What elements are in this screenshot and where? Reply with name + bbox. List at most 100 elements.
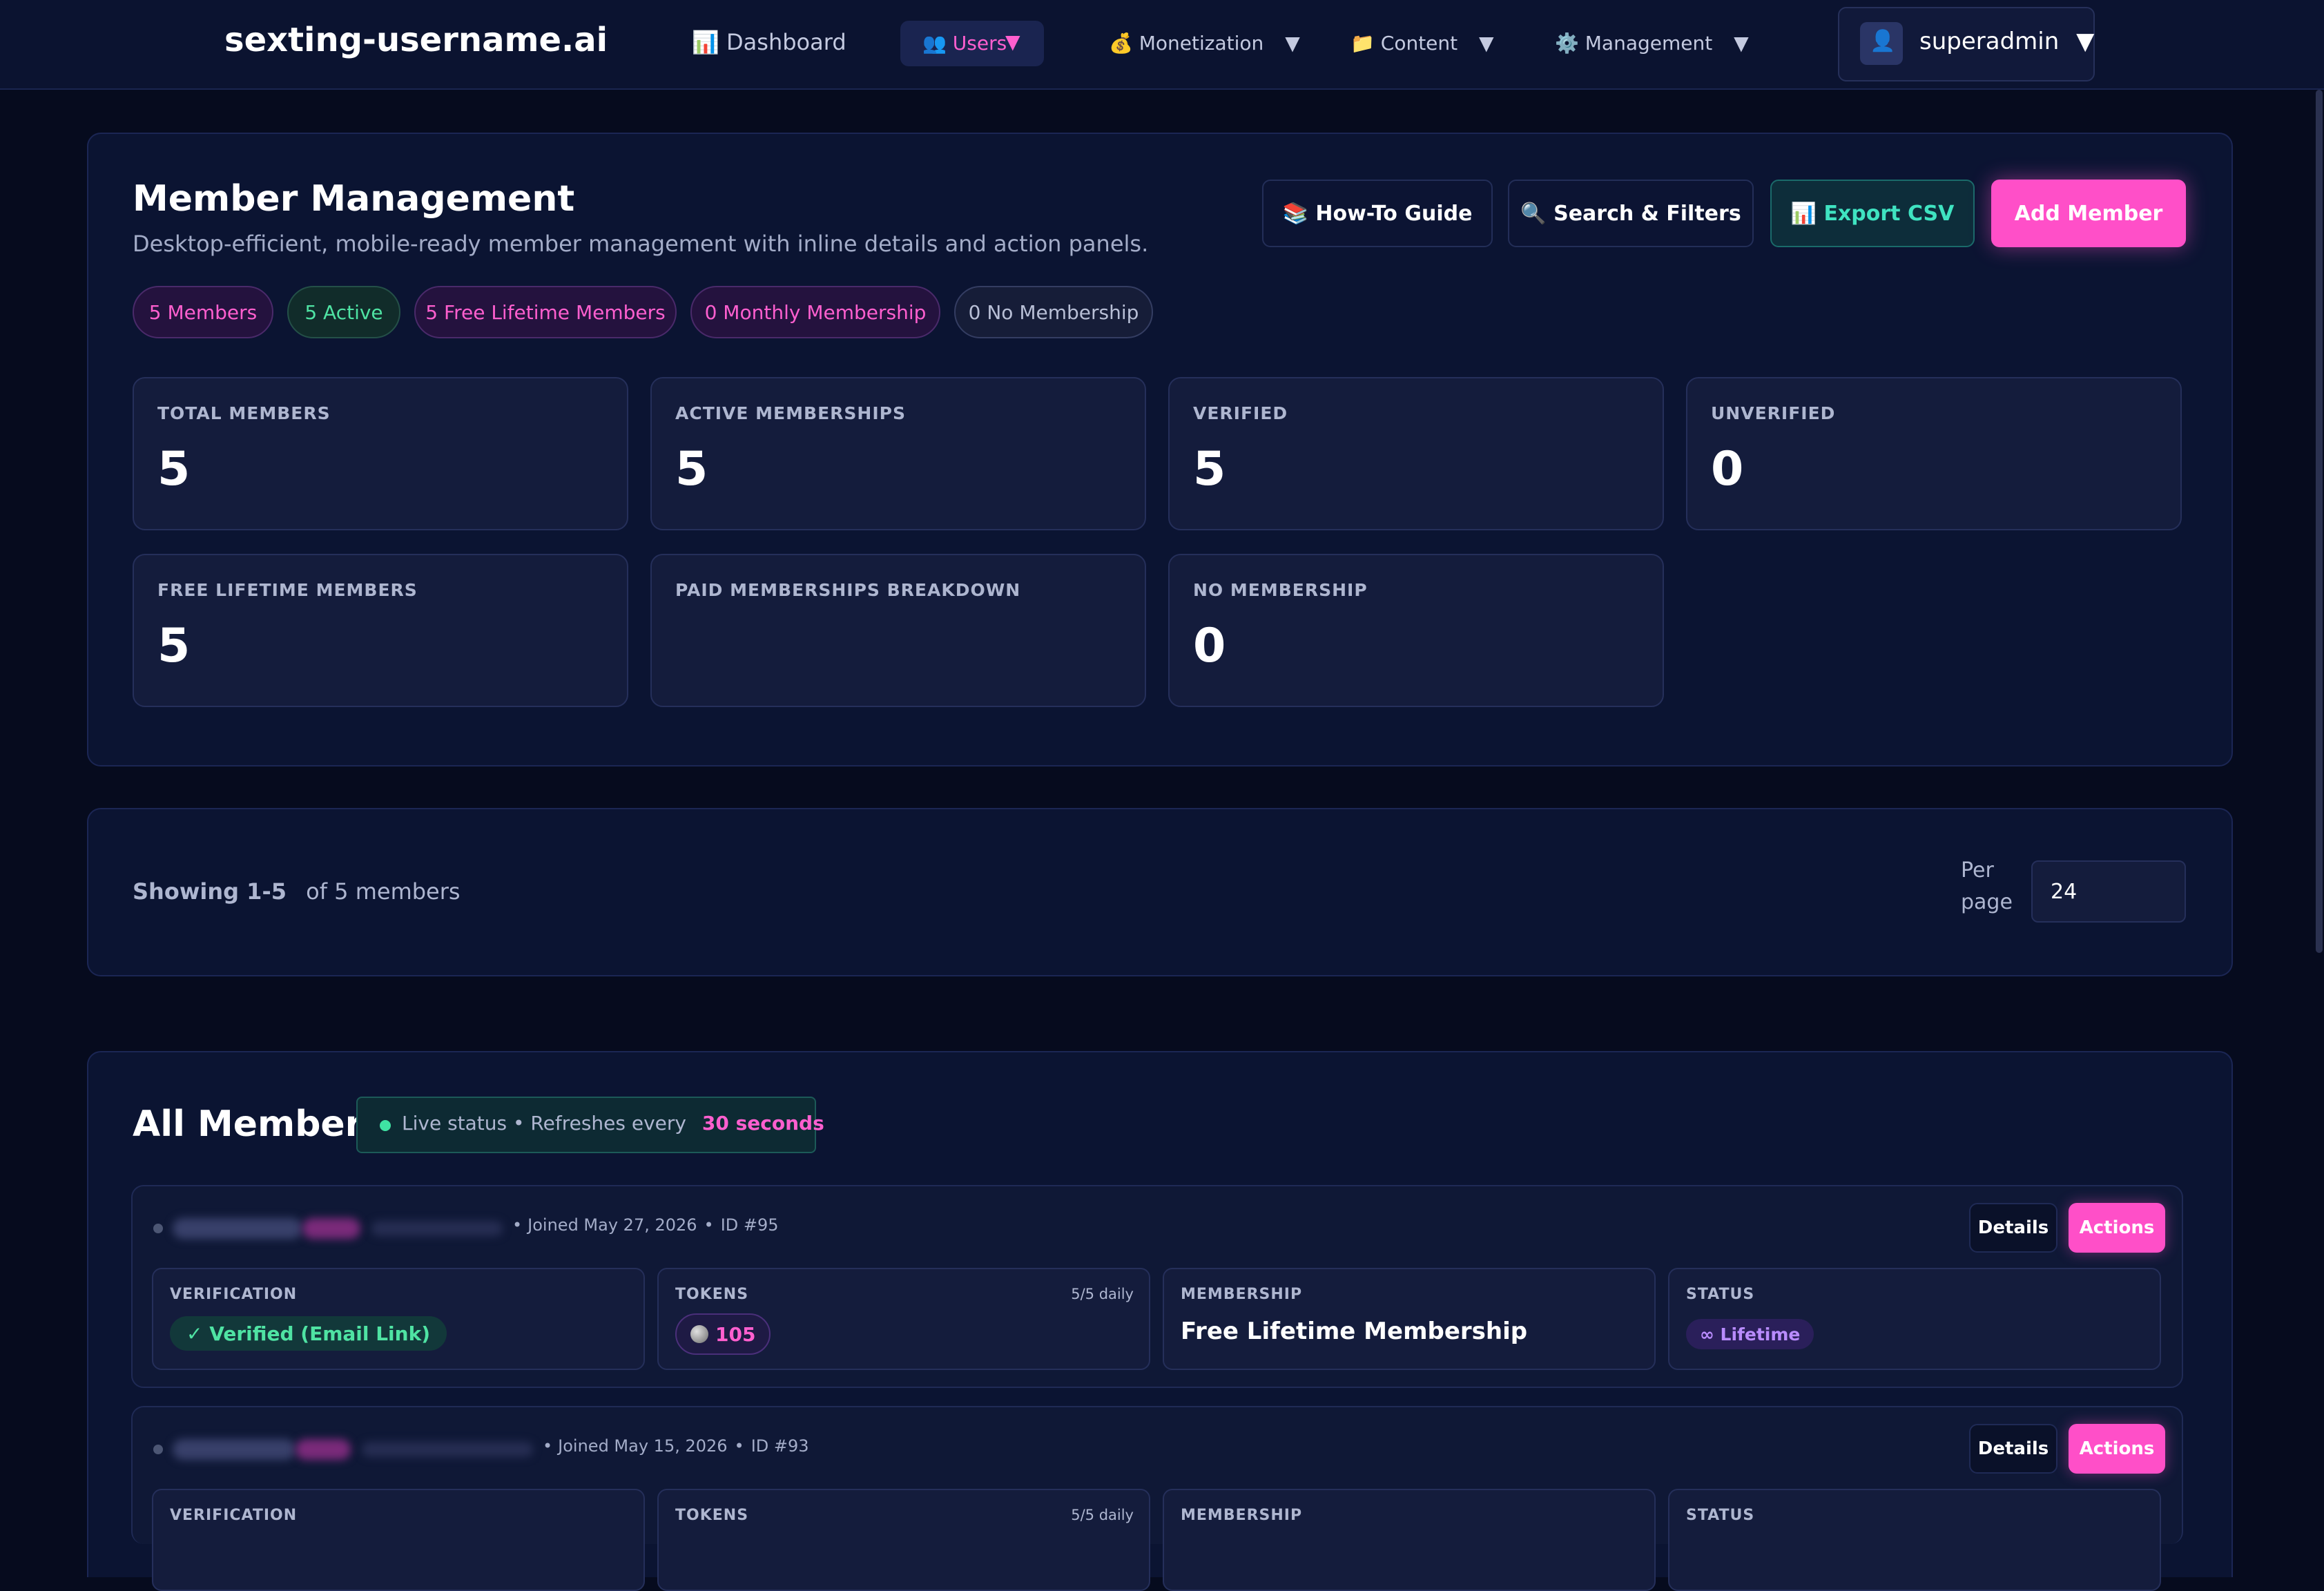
actions-button[interactable]: Actions (2069, 1424, 2165, 1474)
details-button[interactable]: Details (1969, 1424, 2057, 1474)
member-meta: • Joined May 27, 2026 • ID #95 (512, 1215, 779, 1235)
export-csv-button[interactable]: 📊 Export CSV (1770, 180, 1975, 247)
stat-label: TOTAL MEMBERS (157, 403, 331, 423)
live-dot-icon (380, 1120, 391, 1131)
membership-label: MEMBERSHIP (1181, 1286, 1303, 1303)
live-prefix: Live status • Refreshes every (402, 1112, 686, 1135)
member-email-redacted (371, 1221, 503, 1236)
status-dot-icon (153, 1445, 163, 1454)
separator: • (734, 1436, 744, 1456)
verified-badge: ✓ Verified (Email Link) (170, 1316, 447, 1351)
chip-members[interactable]: 5 Members (133, 286, 273, 338)
per-page-label: Per page (1961, 855, 2013, 918)
live-interval: 30 seconds (701, 1112, 824, 1135)
chip-active[interactable]: 5 Active (287, 286, 400, 338)
nav-content-label: 📁 Content (1350, 32, 1458, 55)
search-filters-button[interactable]: 🔍 Search & Filters (1508, 180, 1754, 247)
stat-label: ACTIVE MEMBERSHIPS (675, 403, 906, 423)
user-icon: 👤 (1870, 29, 1896, 53)
stat-label: PAID MEMBERSHIPS BREAKDOWN (675, 580, 1021, 600)
page-title: Member Management (133, 178, 575, 220)
member-username-redacted (296, 1439, 351, 1460)
tokens-daily: 5/5 daily (1071, 1286, 1134, 1302)
scrollbar[interactable] (2316, 90, 2323, 953)
verification-cell: VERIFICATION ✓ Verified (Email Link) (152, 1268, 645, 1370)
status-cell: STATUS ∞ Lifetime (1668, 1268, 2161, 1370)
chip-monthly[interactable]: 0 Monthly Membership (690, 286, 940, 338)
member-name-redacted (173, 1218, 302, 1239)
actions-button[interactable]: Actions (2069, 1203, 2165, 1253)
live-status-badge: Live status • Refreshes every 30 seconds (356, 1097, 824, 1153)
stat-value: 5 (157, 619, 191, 673)
status-dot-icon (153, 1224, 163, 1233)
member-row: • Joined May 27, 2026 • ID #95 Details Acti… (131, 1185, 2183, 1388)
stat-value: 5 (1193, 442, 1226, 496)
tokens-badge: 105 (675, 1313, 771, 1355)
chevron-down-icon: ▼ (2076, 28, 2095, 55)
tokens-cell: TOKENS 5/5 daily (657, 1489, 1150, 1591)
nav-users-label: 👥 Users (922, 32, 1007, 55)
members-title: All Members (133, 1103, 385, 1145)
live-status-text: Live status • Refreshes every 30 seconds (402, 1112, 824, 1135)
nav-users[interactable]: 👥 Users ▼ (900, 21, 1044, 66)
nav-management-label: ⚙️ Management (1555, 32, 1713, 55)
chevron-down-icon: ▼ (1005, 30, 1020, 53)
coin-icon (690, 1325, 708, 1343)
chevron-down-icon: ▼ (1734, 32, 1749, 55)
member-id: ID #95 (720, 1215, 779, 1235)
user-name: superadmin ▼ (1919, 28, 2094, 55)
status-cell: STATUS (1668, 1489, 2161, 1591)
stat-label: FREE LIFETIME MEMBERS (157, 580, 418, 600)
showing-label: Showing 1-5 (133, 878, 287, 905)
member-management-panel: Member Management Desktop-efficient, mob… (87, 133, 2233, 766)
separator: • (512, 1215, 523, 1235)
brand-logo[interactable]: sexting-username.ai (224, 21, 608, 59)
stat-verified: VERIFIED 5 (1168, 377, 1664, 530)
showing-range: Showing 1-5 of 5 members (133, 878, 461, 905)
per-page-input[interactable]: 24 (2031, 860, 2186, 923)
status-label: STATUS (1686, 1286, 1755, 1303)
membership-value: Free Lifetime Membership (1181, 1318, 1528, 1345)
tokens-daily: 5/5 daily (1071, 1507, 1134, 1523)
add-member-button[interactable]: Add Member (1991, 180, 2186, 247)
member-username-redacted (302, 1218, 360, 1239)
nav-management[interactable]: ⚙️ Management ▼ (1555, 32, 1749, 55)
per-page-label-line1: Per (1961, 858, 1994, 883)
chip-free-lifetime[interactable]: 5 Free Lifetime Members (414, 286, 677, 338)
membership-label: MEMBERSHIP (1181, 1507, 1303, 1524)
member-email-redacted (362, 1442, 533, 1457)
user-menu[interactable]: 👤 superadmin ▼ (1838, 7, 2095, 81)
stat-unverified: UNVERIFIED 0 (1686, 377, 2182, 530)
chip-no-membership[interactable]: 0 No Membership (954, 286, 1153, 338)
stat-value: 0 (1711, 442, 1744, 496)
status-label: STATUS (1686, 1507, 1755, 1524)
stat-paid-breakdown: PAID MEMBERSHIPS BREAKDOWN (650, 554, 1146, 707)
tokens-value: 105 (715, 1322, 756, 1346)
lifetime-badge: ∞ Lifetime (1686, 1319, 1814, 1349)
tokens-label: TOKENS (675, 1507, 749, 1524)
stat-label: UNVERIFIED (1711, 403, 1836, 423)
nav-monetization-label: 💰 Monetization (1109, 32, 1264, 55)
membership-cell: MEMBERSHIP (1163, 1489, 1656, 1591)
stat-label: NO MEMBERSHIP (1193, 580, 1368, 600)
stat-no-membership: NO MEMBERSHIP 0 (1168, 554, 1664, 707)
stat-active-memberships: ACTIVE MEMBERSHIPS 5 (650, 377, 1146, 530)
how-to-guide-button[interactable]: 📚 How-To Guide (1262, 180, 1493, 247)
member-joined: Joined May 27, 2026 (527, 1215, 697, 1235)
details-button[interactable]: Details (1969, 1203, 2057, 1253)
page-subtitle: Desktop-efficient, mobile-ready member m… (133, 231, 1149, 257)
stat-value: 5 (157, 442, 191, 496)
nav-dashboard[interactable]: 📊 Dashboard (692, 29, 846, 55)
stat-value: 0 (1193, 619, 1226, 673)
verification-label: VERIFICATION (170, 1507, 298, 1524)
separator: • (543, 1436, 553, 1456)
tokens-label: TOKENS (675, 1286, 749, 1303)
per-page-label-line2: page (1961, 890, 2013, 914)
chevron-down-icon: ▼ (1479, 32, 1494, 55)
member-meta: • Joined May 15, 2026 • ID #93 (543, 1436, 809, 1456)
nav-monetization[interactable]: 💰 Monetization ▼ (1109, 32, 1300, 55)
chevron-down-icon: ▼ (1285, 32, 1300, 55)
stat-value: 5 (675, 442, 708, 496)
nav-content[interactable]: 📁 Content ▼ (1350, 32, 1494, 55)
per-page-value: 24 (2051, 880, 2078, 904)
